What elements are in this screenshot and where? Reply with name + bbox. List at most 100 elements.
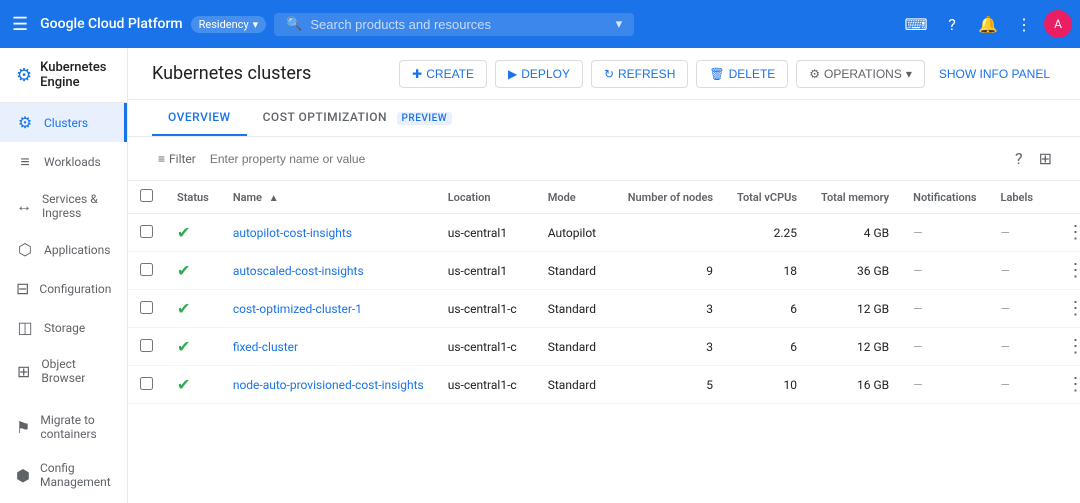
sidebar-item-applications[interactable]: ⬡ Applications xyxy=(0,230,127,269)
hamburger-menu-icon[interactable]: ☰ xyxy=(8,10,32,39)
delete-button[interactable]: 🗑 DELETE xyxy=(696,60,788,88)
sidebar-item-config-mgmt[interactable]: ⬢ Config Management xyxy=(0,451,127,499)
more-options-icon[interactable]: ⋮ xyxy=(1061,334,1080,359)
search-bar[interactable]: 🔍 ▾ xyxy=(274,13,634,36)
row-actions[interactable]: ⋮ xyxy=(1049,366,1080,404)
row-checkbox[interactable] xyxy=(140,301,153,314)
filter-columns-icon[interactable]: ⊞ xyxy=(1035,145,1056,172)
row-notifications: — xyxy=(901,366,988,404)
applications-icon: ⬡ xyxy=(16,240,34,259)
row-vcpus: 2.25 xyxy=(725,214,809,252)
row-name[interactable]: autoscaled-cost-insights xyxy=(221,252,436,290)
settings-icon[interactable]: ⋮ xyxy=(1008,8,1040,40)
more-options-icon[interactable]: ⋮ xyxy=(1061,220,1080,245)
tabs-bar: OVERVIEW COST OPTIMIZATION PREVIEW xyxy=(128,100,1080,137)
row-location: us-central1 xyxy=(436,214,536,252)
sidebar-item-workloads[interactable]: ≡ Workloads xyxy=(0,142,127,182)
more-options-icon[interactable]: ⋮ xyxy=(1061,296,1080,321)
sidebar-item-label: Migrate to containers xyxy=(40,413,111,441)
row-memory: 12 GB xyxy=(809,328,901,366)
services-icon: ↔ xyxy=(16,196,32,216)
sidebar-item-migrate[interactable]: ⚑ Migrate to containers xyxy=(0,403,127,451)
sidebar-item-label: Object Browser xyxy=(41,357,111,385)
more-options-icon[interactable]: ⋮ xyxy=(1061,258,1080,283)
row-memory: 12 GB xyxy=(809,290,901,328)
filter-bar: ≡ Filter ? ⊞ xyxy=(128,137,1080,181)
status-green-icon: ✔ xyxy=(177,223,190,242)
row-name[interactable]: fixed-cluster xyxy=(221,328,436,366)
status-green-icon: ✔ xyxy=(177,299,190,318)
page-title: Kubernetes clusters xyxy=(152,63,311,84)
row-name[interactable]: node-auto-provisioned-cost-insights xyxy=(221,366,436,404)
row-actions[interactable]: ⋮ xyxy=(1049,214,1080,252)
sidebar-item-storage[interactable]: ◫ Storage xyxy=(0,308,127,347)
more-options-icon[interactable]: ⋮ xyxy=(1061,372,1080,397)
deploy-button[interactable]: ▶ DEPLOY xyxy=(495,60,583,88)
row-checkbox-cell[interactable] xyxy=(128,366,165,404)
sidebar-item-label: Clusters xyxy=(44,116,88,130)
tab-overview[interactable]: OVERVIEW xyxy=(152,100,247,136)
tab-cost-optimization[interactable]: COST OPTIMIZATION PREVIEW xyxy=(247,100,469,136)
search-input[interactable] xyxy=(310,17,607,32)
sidebar-item-object-browser[interactable]: ⊞ Object Browser xyxy=(0,347,127,395)
location-column-header: Location xyxy=(436,181,536,214)
status-green-icon: ✔ xyxy=(177,261,190,280)
select-all-header[interactable] xyxy=(128,181,165,214)
object-browser-icon: ⊞ xyxy=(16,362,31,381)
sidebar-item-label: Storage xyxy=(44,321,85,335)
row-status: ✔ xyxy=(165,366,221,404)
cloud-shell-icon[interactable]: ⌨ xyxy=(900,8,932,40)
vcpus-column-header: Total vCPUs xyxy=(725,181,809,214)
row-labels: — xyxy=(989,290,1049,328)
sidebar-item-label: Configuration xyxy=(39,282,111,296)
kubernetes-icon: ⚙ xyxy=(16,65,32,86)
row-vcpus: 10 xyxy=(725,366,809,404)
notifications-icon[interactable]: 🔔 xyxy=(972,8,1004,40)
status-column-header: Status xyxy=(165,181,221,214)
filter-actions: ? ⊞ xyxy=(1011,145,1056,172)
name-column-header[interactable]: Name ▲ xyxy=(221,181,436,214)
row-actions[interactable]: ⋮ xyxy=(1049,290,1080,328)
sidebar-item-services[interactable]: ↔ Services & Ingress xyxy=(0,182,127,230)
row-checkbox-cell[interactable] xyxy=(128,290,165,328)
avatar[interactable]: A xyxy=(1044,10,1072,38)
row-mode: Autopilot xyxy=(536,214,616,252)
row-checkbox-cell[interactable] xyxy=(128,328,165,366)
residency-badge[interactable]: Residency ▾ xyxy=(191,16,267,33)
sidebar-header: ⚙ Kubernetes Engine xyxy=(0,48,127,103)
preview-badge: PREVIEW xyxy=(397,112,453,125)
sidebar-item-label: Applications xyxy=(44,243,110,257)
filter-help-icon[interactable]: ? xyxy=(1011,145,1027,172)
operations-button[interactable]: ⚙ OPERATIONS ▾ xyxy=(796,60,925,88)
filter-input[interactable] xyxy=(210,152,1003,166)
select-all-checkbox[interactable] xyxy=(140,189,153,202)
filter-button[interactable]: ≡ Filter xyxy=(152,148,202,170)
show-info-panel-button[interactable]: SHOW INFO PANEL xyxy=(933,61,1056,87)
row-checkbox[interactable] xyxy=(140,263,153,276)
row-checkbox[interactable] xyxy=(140,377,153,390)
row-checkbox[interactable] xyxy=(140,225,153,238)
row-name[interactable]: cost-optimized-cluster-1 xyxy=(221,290,436,328)
row-actions[interactable]: ⋮ xyxy=(1049,328,1080,366)
workloads-icon: ≡ xyxy=(16,152,34,172)
help-icon[interactable]: ? xyxy=(936,8,968,40)
row-checkbox[interactable] xyxy=(140,339,153,352)
row-location: us-central1-c xyxy=(436,366,536,404)
table-row: ✔ autoscaled-cost-insights us-central1 S… xyxy=(128,252,1080,290)
sidebar-item-configuration[interactable]: ⊟ Configuration xyxy=(0,269,127,308)
row-actions[interactable]: ⋮ xyxy=(1049,252,1080,290)
create-button[interactable]: ✚ CREATE xyxy=(399,60,487,88)
config-mgmt-icon: ⬢ xyxy=(16,466,30,485)
row-location: us-central1-c xyxy=(436,290,536,328)
sidebar-item-clusters[interactable]: ⚙ Clusters xyxy=(0,103,127,142)
row-notifications: — xyxy=(901,252,988,290)
row-name[interactable]: autopilot-cost-insights xyxy=(221,214,436,252)
refresh-button[interactable]: ↻ REFRESH xyxy=(591,60,688,88)
sidebar-item-label: Config Management xyxy=(40,461,111,489)
row-checkbox-cell[interactable] xyxy=(128,252,165,290)
page-header: Kubernetes clusters ✚ CREATE ▶ DEPLOY ↻ … xyxy=(128,48,1080,100)
row-checkbox-cell[interactable] xyxy=(128,214,165,252)
deploy-icon: ▶ xyxy=(508,67,517,81)
sidebar-header-title: Kubernetes Engine xyxy=(40,60,111,90)
configuration-icon: ⊟ xyxy=(16,279,29,298)
